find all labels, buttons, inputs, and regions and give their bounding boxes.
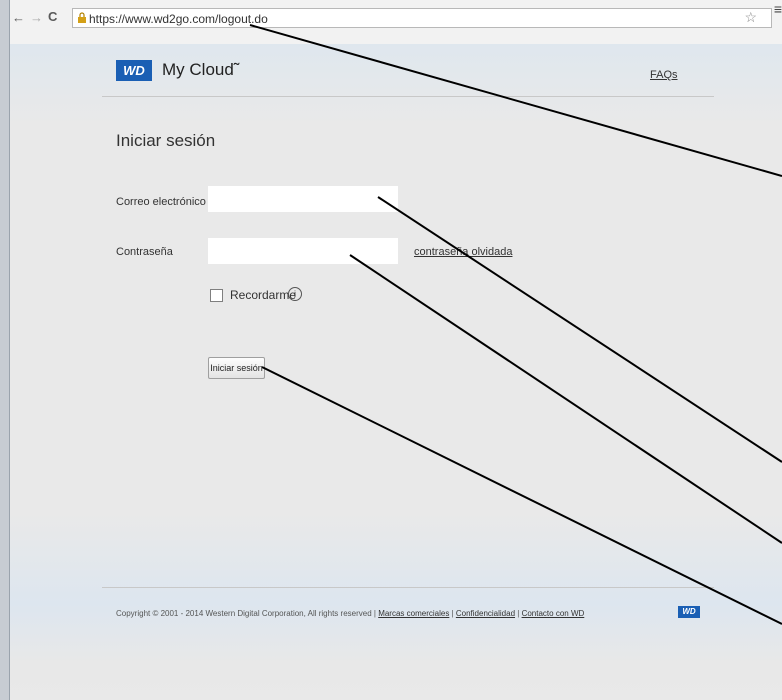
annotation-line-url bbox=[249, 24, 782, 177]
annotation-line-password bbox=[349, 254, 782, 544]
annotation-line-login-button bbox=[261, 366, 782, 625]
annotation-lines bbox=[249, 24, 782, 625]
annotation-line-email bbox=[377, 196, 782, 463]
